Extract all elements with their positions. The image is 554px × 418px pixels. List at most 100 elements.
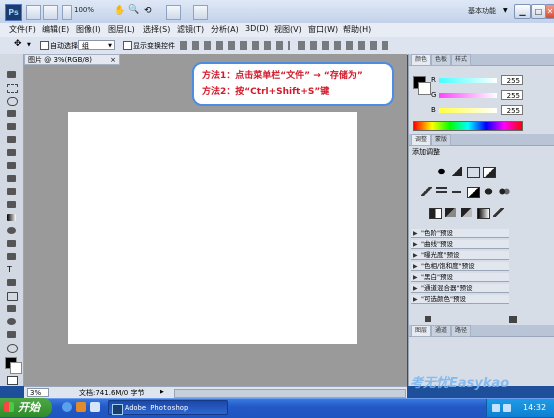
crop-tool[interactable] (7, 123, 16, 130)
preset-levels[interactable]: ▶ "色阶"预设 (411, 229, 509, 238)
view-extras-button[interactable] (62, 5, 72, 20)
menu-view[interactable]: 视图(V) (274, 24, 302, 35)
menu-file[interactable]: 文件(F) (9, 24, 36, 35)
channel-mixer-icon[interactable] (499, 187, 510, 196)
menu-filter[interactable]: 滤镜(T) (177, 24, 204, 35)
clock[interactable]: 14:32 (523, 403, 546, 412)
move-tool[interactable] (7, 71, 16, 78)
dodge-tool[interactable] (7, 240, 16, 247)
auto-select-dropdown[interactable]: 组 ▼ (78, 40, 115, 50)
maximize-button[interactable]: □ (531, 4, 546, 19)
channel-r-slider[interactable] (439, 78, 497, 83)
hand-tool-icon[interactable]: ✋ (114, 6, 125, 16)
workspace-switcher[interactable]: 基本功能 (468, 6, 496, 16)
channel-g-slider[interactable] (439, 93, 497, 98)
shape-tool[interactable] (7, 292, 18, 301)
threshold-icon[interactable] (461, 208, 472, 217)
3d-rotate-tool[interactable] (7, 305, 16, 312)
blur-tool[interactable] (7, 227, 16, 234)
background-color-chip[interactable] (418, 82, 431, 95)
brightness-contrast-icon[interactable] (436, 167, 447, 176)
align-buttons[interactable] (180, 41, 290, 50)
preset-black-white[interactable]: ▶ "黑白"预设 (411, 273, 509, 282)
pen-tool[interactable] (7, 253, 16, 260)
close-button[interactable]: ✕ (545, 4, 554, 19)
canvas[interactable] (68, 112, 357, 344)
trash-icon[interactable] (509, 316, 517, 323)
tab-paths[interactable]: 路径 (451, 325, 472, 337)
preset-selective-color[interactable]: ▶ "可选颜色"预设 (411, 295, 509, 304)
distribute-buttons[interactable] (298, 41, 388, 50)
preset-exposure[interactable]: ▶ "曝光度"预设 (411, 251, 509, 260)
zoom-level[interactable]: 100% (74, 6, 94, 14)
mini-bridge-button[interactable] (43, 5, 58, 20)
screen-mode-button[interactable] (193, 5, 208, 20)
tab-layers[interactable]: 图层 (411, 325, 432, 337)
menu-select[interactable]: 选择(S) (143, 24, 170, 35)
selective-color-icon[interactable] (493, 208, 504, 217)
bridge-button[interactable] (26, 5, 41, 20)
tool-preset-dropdown-icon[interactable]: ▼ (27, 42, 31, 48)
quick-launch-ie-icon[interactable] (62, 402, 72, 412)
posterize-icon[interactable] (445, 208, 456, 217)
menu-3d[interactable]: 3D(D) (245, 24, 269, 33)
brush-tool[interactable] (7, 162, 16, 169)
taskbar-photoshop-button[interactable]: Adobe Photoshop (108, 400, 228, 415)
zoom-tool-icon[interactable]: 🔍 (128, 5, 139, 15)
levels-icon[interactable] (451, 167, 462, 176)
channel-b-slider[interactable] (439, 108, 497, 113)
preset-curves[interactable]: ▶ "曲线"预设 (411, 240, 509, 249)
document-size-info[interactable]: 文档:741.6M/0 字节 (79, 388, 144, 398)
curves-icon[interactable] (467, 167, 480, 178)
hand-tool[interactable] (7, 331, 16, 338)
preset-hue-saturation[interactable]: ▶ "色相/饱和度"预设 (411, 262, 509, 271)
tab-channels[interactable]: 通道 (431, 325, 452, 337)
menu-edit[interactable]: 编辑(E) (42, 24, 69, 35)
gradient-map-icon[interactable] (477, 208, 490, 219)
horizontal-scrollbar[interactable] (174, 389, 406, 398)
document-tab[interactable]: 图片 @ 3%(RGB/8) × (24, 54, 120, 65)
start-button[interactable]: 开始 (0, 398, 52, 417)
lasso-tool[interactable] (7, 97, 18, 106)
status-menu-icon[interactable]: ▶ (160, 389, 164, 395)
rotate-view-icon[interactable]: ⟲ (144, 6, 152, 16)
channel-g-value[interactable]: 255 (501, 90, 523, 100)
color-balance-icon[interactable] (451, 187, 462, 196)
3d-orbit-tool[interactable] (7, 318, 16, 325)
menu-image[interactable]: 图像(I) (76, 24, 101, 35)
quick-launch-media-icon[interactable] (76, 402, 86, 412)
black-white-icon[interactable] (467, 187, 480, 198)
zoom-field[interactable]: 3% (27, 388, 49, 397)
gradient-tool[interactable] (7, 214, 16, 221)
menu-analysis[interactable]: 分析(A) (211, 24, 239, 35)
quick-launch-desktop-icon[interactable] (90, 402, 100, 412)
clone-stamp-tool[interactable] (7, 175, 16, 182)
quick-mask-button[interactable] (7, 376, 18, 385)
spot-healing-tool[interactable] (7, 149, 16, 156)
tab-swatches[interactable]: 色板 (431, 54, 452, 66)
move-tool-icon[interactable]: ✥ (14, 39, 22, 49)
color-spectrum-bar[interactable] (413, 121, 523, 131)
photo-filter-icon[interactable] (483, 187, 494, 196)
workspace-dropdown-icon[interactable]: ▼ (503, 7, 508, 14)
volume-icon[interactable] (503, 404, 511, 412)
quick-select-tool[interactable] (7, 110, 16, 117)
close-icon[interactable]: × (110, 55, 116, 66)
path-select-tool[interactable] (7, 279, 16, 286)
exposure-icon[interactable] (483, 167, 496, 178)
marquee-tool[interactable] (7, 84, 18, 93)
vibrance-icon[interactable] (421, 187, 432, 196)
auto-select-checkbox[interactable] (40, 41, 49, 50)
tab-color[interactable]: 颜色 (411, 54, 432, 66)
menu-help[interactable]: 帮助(H) (343, 24, 371, 35)
history-brush-tool[interactable] (7, 188, 16, 195)
minimize-button[interactable]: ▁ (514, 4, 531, 19)
menu-layer[interactable]: 图层(L) (108, 24, 135, 35)
invert-icon[interactable] (429, 208, 442, 219)
tab-styles[interactable]: 样式 (451, 54, 472, 66)
eyedropper-tool[interactable] (7, 136, 16, 143)
menu-window[interactable]: 窗口(W) (308, 24, 338, 35)
preset-channel-mixer[interactable]: ▶ "通道混合器"预设 (411, 284, 509, 293)
type-tool[interactable]: T (7, 266, 16, 274)
tab-adjustments[interactable]: 调整 (411, 134, 432, 146)
